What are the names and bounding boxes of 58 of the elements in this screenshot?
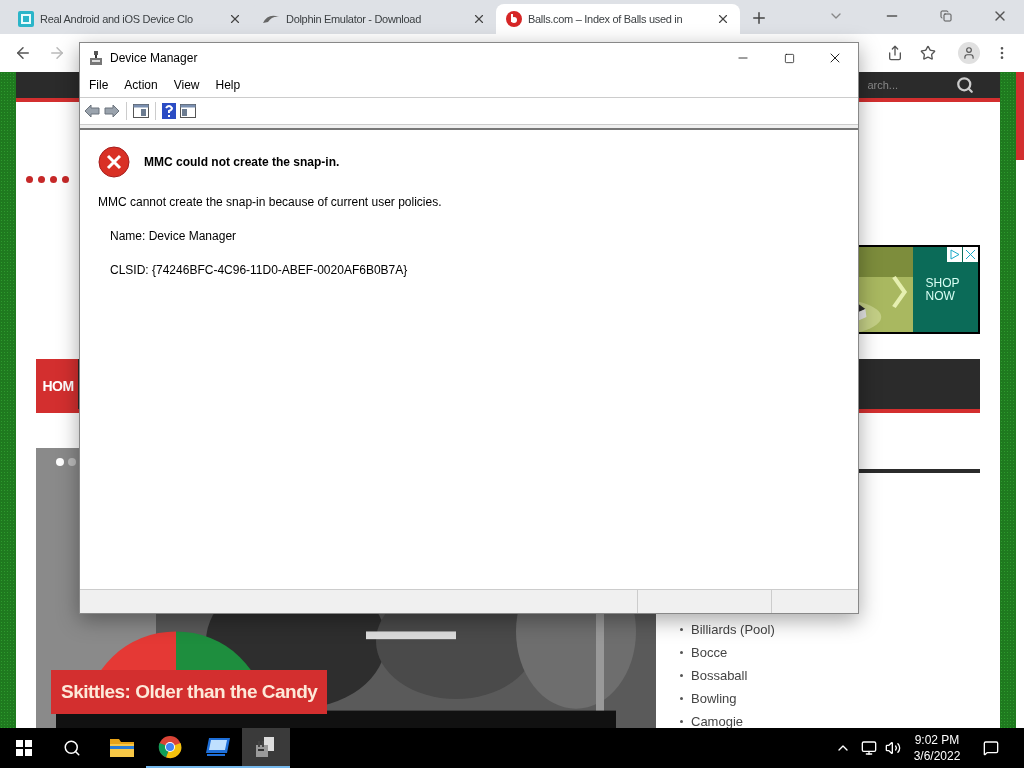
error-message: MMC cannot create the snap-in because of current user policies. — [98, 194, 443, 211]
bullet-icon — [680, 651, 683, 654]
nav-item[interactable]: HOM — [36, 359, 78, 413]
forward-arrow-icon[interactable] — [104, 104, 120, 118]
clock[interactable]: 9:02 PM 3/6/2022 — [907, 732, 967, 764]
detail-line: Name: Device Manager — [110, 228, 238, 245]
panel-icon[interactable] — [133, 104, 149, 118]
notification-icon[interactable] — [983, 740, 999, 756]
device-manager-icon — [88, 50, 104, 66]
folder-icon — [110, 737, 134, 757]
browser-tab[interactable]: Balls.com – Index of Balls used in — [496, 4, 740, 34]
sport-link[interactable]: Camogie — [691, 711, 744, 728]
menu-item[interactable]: Help — [207, 76, 249, 94]
windows-icon — [16, 740, 32, 756]
sport-link[interactable]: Bowling — [691, 688, 737, 709]
error-icon — [98, 146, 130, 178]
tab-title: Real Android and iOS Device Clo — [40, 11, 194, 27]
star-icon[interactable] — [920, 45, 936, 61]
restore-icon[interactable] — [940, 10, 952, 22]
menu-item[interactable]: Action — [116, 76, 166, 94]
bullet-icon — [680, 628, 683, 631]
back-arrow-icon[interactable] — [84, 104, 100, 118]
window-title: Device Manager — [110, 50, 198, 67]
taskbar-app[interactable] — [242, 728, 290, 768]
site-icon — [506, 11, 522, 27]
new-tab-icon[interactable] — [750, 9, 768, 27]
slide-caption: Skittles: Older than the Candy — [51, 670, 328, 714]
close-icon[interactable] — [228, 12, 242, 26]
screen-icon — [205, 737, 231, 757]
network-icon[interactable] — [861, 740, 877, 756]
bullet-icon — [680, 674, 683, 677]
volume-icon[interactable] — [885, 740, 901, 756]
tab-title: Dolphin Emulator - Download — [286, 11, 422, 27]
sport-link[interactable]: Bocce — [691, 642, 728, 663]
close-icon[interactable] — [716, 12, 730, 26]
chrome-icon — [158, 735, 182, 759]
search-icon[interactable] — [956, 76, 974, 94]
maximize-icon — [783, 52, 795, 64]
search-icon — [63, 739, 81, 757]
detail-line: CLSID: {74246BFC-4C96-11D0-ABEF-0020AF6B0B7A} — [110, 262, 409, 279]
close-icon[interactable] — [472, 12, 486, 26]
sport-link[interactable]: Bossaball — [691, 665, 748, 686]
ad-cta[interactable]: SHOP NOW — [925, 276, 966, 303]
dolphin-icon — [262, 13, 280, 25]
sport-link[interactable]: Billiards (Pool) — [691, 619, 775, 640]
bullet-icon — [680, 720, 683, 723]
tab-title: Balls.com – Index of Balls used in — [528, 11, 684, 27]
error-title: MMC could not create the snap-in. — [144, 154, 340, 171]
site-icon — [18, 11, 34, 27]
menu-item[interactable]: File — [81, 76, 117, 94]
profile-avatar[interactable] — [958, 42, 980, 64]
search-placeholder[interactable]: arch... — [867, 76, 898, 94]
help-icon[interactable] — [162, 103, 176, 119]
share-icon[interactable] — [887, 45, 903, 61]
back-icon[interactable] — [14, 44, 32, 62]
bullet-icon — [680, 697, 683, 700]
menu-item[interactable]: View — [165, 76, 208, 94]
panel-icon[interactable] — [180, 104, 196, 118]
